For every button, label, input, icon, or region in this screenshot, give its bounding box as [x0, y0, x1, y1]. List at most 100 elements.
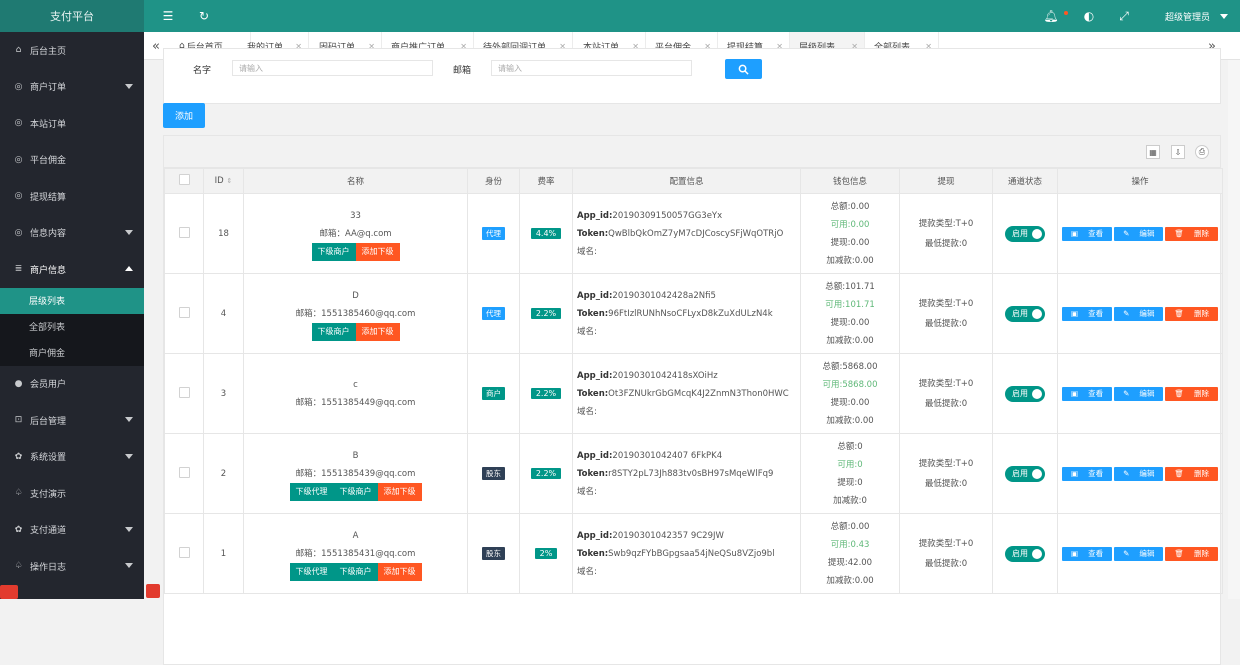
row-wallet-cell: 总额:5868.00 可用:5868.00 提现:0.00 加减款:0.00 [800, 353, 900, 434]
edit-button[interactable]: ✎ 编辑 [1114, 386, 1164, 401]
edit-button[interactable]: ✎ 编辑 [1114, 226, 1164, 241]
row-checkbox[interactable] [178, 226, 190, 238]
name-input[interactable]: 请输入 [232, 60, 433, 76]
select-all-cell[interactable] [164, 168, 204, 194]
role-badge: 股东 [482, 467, 505, 480]
sidebar-item-6[interactable]: ≣ 商户信息 [0, 251, 144, 288]
row-id: 1 [203, 513, 244, 594]
header-id[interactable]: ID ⇕ [203, 168, 244, 194]
sidebar-item-label: 商户订单 [30, 83, 67, 94]
row-action-button[interactable]: 添加下级 [377, 482, 422, 501]
edit-button[interactable]: ✎ 编辑 [1114, 546, 1164, 561]
theme-icon[interactable]: ◐ [1082, 9, 1096, 23]
sidebar-item-12[interactable]: ♤ 操作日志 [0, 548, 144, 585]
delete-button[interactable]: 🗑︎ 删除 [1165, 386, 1218, 401]
sidebar-item-8[interactable]: ⊡ 后台管理 [0, 402, 144, 439]
edit-button[interactable]: ✎ 编辑 [1114, 306, 1164, 321]
sidebar-item-10[interactable]: ♤ 支付演示 [0, 475, 144, 512]
wallet-adjustment: 加减款:0.00 [826, 415, 874, 426]
notification-bell-icon[interactable]: 🔔︎ [1043, 9, 1058, 23]
sidebar-item-9[interactable]: ✿ 系统设置 [0, 439, 144, 476]
row-checkbox[interactable] [178, 306, 190, 318]
vertical-scrollbar[interactable] [1228, 60, 1240, 599]
row-action-button[interactable]: 下级商户 [333, 482, 378, 501]
token-label: Token: [577, 548, 609, 559]
row-checkbox[interactable] [178, 466, 190, 478]
sidebar-item-7[interactable]: ● 会员用户 [0, 366, 144, 403]
sidebar-subitem-1[interactable]: 全部列表 [0, 314, 144, 340]
toggle-knob [1032, 388, 1042, 399]
app-id-label: App_id: [577, 530, 613, 541]
row-checkbox[interactable] [178, 386, 190, 398]
row-ops-cell: ▣ 查看 ✎ 编辑 🗑︎ 删除 [1057, 513, 1223, 594]
header-role: 身份 [467, 168, 520, 194]
select-all-checkbox[interactable] [178, 174, 190, 185]
search-button[interactable] [725, 59, 762, 79]
merchant-name: B [352, 450, 359, 461]
merchant-table: ▦ ⇩ ⎙ ID ⇕ 名称 身份 费率 配置信息 钱包信息 提现 通道状态 操作… [163, 135, 1223, 665]
token-label: Token: [577, 228, 609, 239]
delete-button[interactable]: 🗑︎ 删除 [1165, 226, 1218, 241]
header-config: 配置信息 [572, 168, 801, 194]
refresh-icon[interactable]: ↻ [197, 9, 211, 23]
wallet-available: 可用:0 [837, 459, 863, 470]
token-value: r8STY2pL73Jh883tv0sBH97sMqeWlFq9 [608, 468, 774, 479]
sidebar-subitem-0[interactable]: 层级列表 [0, 287, 144, 314]
row-withdraw-cell: 提款类型:T+0 最低提款:0 [899, 273, 993, 354]
view-icon: ▣ [1071, 548, 1079, 558]
edit-button[interactable]: ✎ 编辑 [1114, 466, 1164, 481]
wallet-available: 可用:5868.00 [822, 379, 878, 390]
row-action-button[interactable]: 下级商户 [311, 322, 356, 341]
wallet-withdrawn: 提现:0.00 [830, 317, 870, 328]
sidebar-item-5[interactable]: ◎ 信息内容 [0, 215, 144, 252]
view-button[interactable]: ▣ 查看 [1062, 546, 1113, 561]
view-button[interactable]: ▣ 查看 [1062, 306, 1113, 321]
channel-status-toggle[interactable]: 启用 [1005, 225, 1045, 242]
channel-status-toggle[interactable]: 启用 [1005, 545, 1045, 562]
row-action-button[interactable]: 添加下级 [377, 562, 422, 581]
row-action-button[interactable]: 下级代理 [289, 482, 334, 501]
row-action-button[interactable]: 下级代理 [289, 562, 334, 581]
app-id-value: 20190301042407 6FkPK4 [612, 450, 723, 461]
print-icon[interactable]: ⎙ [1195, 145, 1209, 159]
menu-toggle-icon[interactable]: ☰ [161, 9, 175, 23]
email-input[interactable]: 请输入 [491, 60, 692, 76]
delete-button[interactable]: 🗑︎ 删除 [1165, 466, 1218, 481]
channel-status-toggle[interactable]: 启用 [1005, 305, 1045, 322]
view-button[interactable]: ▣ 查看 [1062, 466, 1113, 481]
row-button-group: 下级商户 添加下级 [244, 242, 467, 261]
user-caret-icon[interactable] [1220, 14, 1228, 19]
sidebar-item-1[interactable]: ◎ 商户订单 [0, 69, 144, 106]
row-checkbox[interactable] [178, 546, 190, 558]
delete-button[interactable]: 🗑︎ 删除 [1165, 546, 1218, 561]
add-button[interactable]: 添加 [163, 103, 205, 128]
export-icon[interactable]: ⇩ [1171, 145, 1185, 159]
row-action-button[interactable]: 添加下级 [355, 242, 400, 261]
wallet-total: 总额:0.00 [830, 521, 870, 532]
sidebar-item-4[interactable]: ◎ 提现结算 [0, 178, 144, 215]
sidebar-item-2[interactable]: ◎ 本站订单 [0, 105, 144, 142]
header-wallet: 钱包信息 [800, 168, 900, 194]
domain-label: 域名: [577, 326, 597, 337]
user-menu[interactable]: 超级管理员 [1165, 10, 1210, 23]
row-role-cell: 代理 [467, 193, 520, 274]
sidebar-item-11[interactable]: ✿ 支付通道 [0, 512, 144, 549]
sidebar-item-3[interactable]: ◎ 平台佣金 [0, 142, 144, 179]
view-button[interactable]: ▣ 查看 [1062, 386, 1113, 401]
fullscreen-icon[interactable]: ⤢ [1117, 9, 1131, 23]
row-id: 18 [203, 193, 244, 274]
row-action-button[interactable]: 添加下级 [355, 322, 400, 341]
columns-icon[interactable]: ▦ [1146, 145, 1160, 159]
table-header-row: ID ⇕ 名称 身份 费率 配置信息 钱包信息 提现 通道状态 操作 [164, 168, 1223, 194]
delete-button[interactable]: 🗑︎ 删除 [1165, 306, 1218, 321]
channel-status-toggle[interactable]: 启用 [1005, 385, 1045, 402]
view-button[interactable]: ▣ 查看 [1062, 226, 1113, 241]
sort-icon[interactable]: ⇕ [226, 177, 232, 185]
channel-status-toggle[interactable]: 启用 [1005, 465, 1045, 482]
row-action-button[interactable]: 下级商户 [333, 562, 378, 581]
sidebar-item-0[interactable]: ⌂ 后台主页 [0, 32, 144, 69]
header-withdraw: 提现 [899, 168, 993, 194]
sidebar-subitem-2[interactable]: 商户佣金 [0, 340, 144, 366]
row-action-button[interactable]: 下级商户 [311, 242, 356, 261]
role-badge: 商户 [482, 387, 505, 400]
